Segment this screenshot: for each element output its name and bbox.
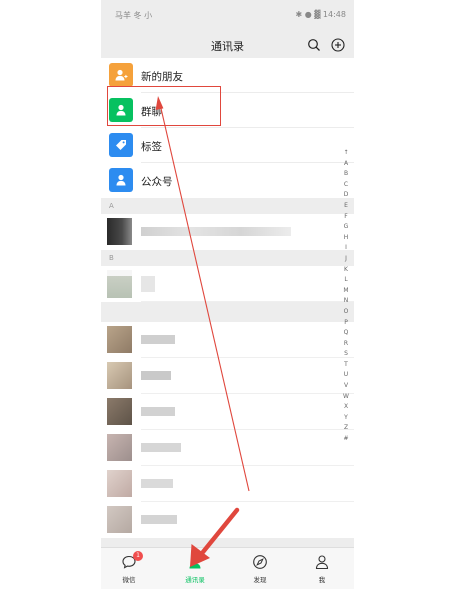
tab-me-label: 我 <box>318 576 326 584</box>
contact-name-blurred <box>141 407 175 416</box>
index-letter[interactable]: S <box>341 349 351 360</box>
contact-row[interactable] <box>101 430 354 466</box>
contact-name-blurred <box>141 227 291 236</box>
search-icon[interactable] <box>307 38 321 52</box>
status-bar-right: ✱ ● ▓ 14:48 <box>295 10 346 19</box>
index-letter[interactable]: C <box>341 180 351 191</box>
new-friends-label: 新的朋友 <box>141 71 183 83</box>
index-letter[interactable]: A <box>341 159 351 170</box>
status-bar-left: 马羊 冬 小 <box>115 11 153 20</box>
index-letter[interactable]: V <box>341 381 351 392</box>
tab-discover[interactable]: 发现 <box>240 552 280 588</box>
index-letter[interactable]: D <box>341 190 351 201</box>
contact-row[interactable] <box>101 358 354 394</box>
section-header-b: B <box>101 250 354 266</box>
tab-chats-label: 微信 <box>122 576 136 584</box>
compass-icon <box>253 555 267 569</box>
index-letter[interactable]: M <box>341 286 351 297</box>
index-letter[interactable]: G <box>341 222 351 233</box>
add-friend-icon <box>109 63 133 87</box>
tags-row[interactable]: 标签 <box>101 128 354 163</box>
index-letter[interactable]: L <box>341 275 351 286</box>
tag-icon <box>109 133 133 157</box>
contact-row[interactable] <box>101 322 354 358</box>
index-letter[interactable]: X <box>341 402 351 413</box>
contact-name-blurred <box>141 479 173 488</box>
index-letter[interactable]: T <box>341 360 351 371</box>
tab-contacts[interactable]: 通讯录 <box>175 552 215 588</box>
tags-label: 标签 <box>141 141 162 153</box>
contact-name-blurred <box>141 515 177 524</box>
status-bar: 马羊 冬 小 ✱ ● ▓ 14:48 <box>101 0 354 24</box>
avatar <box>107 470 132 497</box>
official-accounts-row[interactable]: 公众号 <box>101 163 354 198</box>
index-letter[interactable]: N <box>341 296 351 307</box>
section-letter: A <box>109 202 114 210</box>
index-letter[interactable]: Z <box>341 423 351 434</box>
contact-name-blurred <box>141 335 175 344</box>
avatar <box>107 326 132 353</box>
avatar <box>107 218 132 245</box>
tab-discover-label: 发现 <box>253 576 267 584</box>
index-letter[interactable]: O <box>341 307 351 318</box>
section-header-a: A <box>101 198 354 214</box>
index-letter[interactable]: Y <box>341 413 351 424</box>
tab-me[interactable]: 我 <box>302 552 342 588</box>
contact-name-blurred <box>141 371 171 380</box>
index-letter[interactable]: J <box>341 254 351 265</box>
avatar <box>107 276 132 298</box>
person-icon <box>315 555 329 570</box>
index-letter[interactable]: F <box>341 212 351 223</box>
tab-contacts-label: 通讯录 <box>185 576 205 584</box>
avatar <box>107 434 132 461</box>
bottom-tab-bar: 1 微信 通讯录 发现 我 <box>101 547 354 589</box>
index-letter[interactable]: I <box>341 243 351 254</box>
plus-circle-icon[interactable] <box>331 38 345 52</box>
annotation-highlight-box <box>107 86 221 126</box>
contact-name-blurred <box>141 443 181 452</box>
index-letter[interactable]: ↑ <box>341 148 351 159</box>
index-letter[interactable]: B <box>341 169 351 180</box>
tab-chats[interactable]: 1 微信 <box>109 551 149 588</box>
section-header-c <box>101 306 354 322</box>
avatar <box>107 398 132 425</box>
official-account-icon <box>109 168 133 192</box>
index-letter[interactable]: W <box>341 392 351 403</box>
index-letter[interactable]: U <box>341 370 351 381</box>
section-letter: B <box>109 254 114 262</box>
contact-row[interactable] <box>101 214 354 250</box>
index-letter[interactable]: K <box>341 265 351 276</box>
unread-badge: 1 <box>133 551 143 561</box>
index-letter[interactable]: R <box>341 339 351 350</box>
alphabet-index[interactable]: ↑ A B C D E F G H I J K L M N O P Q R S … <box>341 148 351 445</box>
avatar <box>107 362 132 389</box>
index-letter[interactable]: P <box>341 318 351 329</box>
index-letter[interactable]: # <box>341 434 351 445</box>
index-letter[interactable]: H <box>341 233 351 244</box>
contact-row[interactable] <box>101 270 354 302</box>
index-letter[interactable]: Q <box>341 328 351 339</box>
contact-row[interactable] <box>101 466 354 502</box>
contact-row[interactable] <box>101 502 354 538</box>
shortcut-list: 新的朋友 群聊 标签 公众号 <box>101 58 354 198</box>
contacts-icon <box>189 556 201 569</box>
avatar <box>107 506 132 533</box>
official-accounts-label: 公众号 <box>141 176 173 188</box>
index-letter[interactable]: E <box>341 201 351 212</box>
contact-row[interactable] <box>101 394 354 430</box>
